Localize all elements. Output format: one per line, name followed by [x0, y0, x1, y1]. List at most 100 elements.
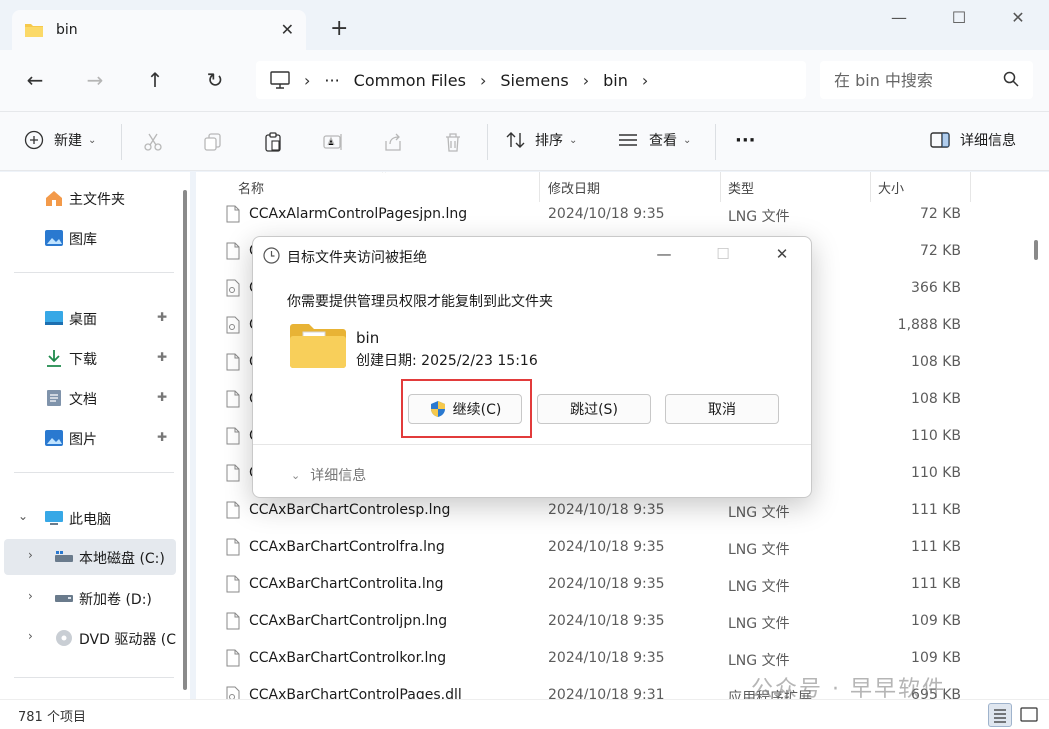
search-box[interactable]: [820, 61, 1033, 99]
file-size: 1,888 KB: [897, 317, 961, 333]
uac-shield-icon: [430, 401, 445, 417]
breadcrumb-bin[interactable]: bin: [603, 71, 628, 90]
new-tab-button[interactable]: +: [330, 18, 348, 40]
copy-icon[interactable]: [202, 131, 224, 153]
view-button[interactable]: 查看 ⌄: [617, 130, 691, 150]
file-type: LNG 文件: [728, 505, 790, 521]
details-view-button[interactable]: [988, 703, 1012, 727]
table-row[interactable]: CCAxBarChartControljpn.lng 2024/10/18 9:3…: [196, 603, 1036, 640]
breadcrumb-separator[interactable]: ›: [642, 71, 648, 90]
download-icon: [47, 350, 61, 367]
file-date: 2024/10/18 9:35: [548, 650, 665, 666]
sidebar-item-label: DVD 驱动器 (C: [79, 632, 177, 648]
minimize-button[interactable]: —: [879, 8, 919, 27]
maximize-button[interactable]: ☐: [939, 8, 979, 27]
sidebar-item-documents[interactable]: 文档 ✚: [0, 380, 176, 416]
chevron-right-icon[interactable]: ›: [28, 629, 33, 643]
chevron-right-icon[interactable]: ›: [28, 548, 33, 562]
dialog-close-button[interactable]: ✕: [767, 245, 797, 263]
cut-icon[interactable]: [142, 131, 164, 153]
file-type: LNG 文件: [728, 542, 790, 558]
new-label: 新建: [54, 133, 82, 149]
close-tab-icon[interactable]: ✕: [281, 20, 294, 39]
add-icon: [24, 130, 44, 150]
paste-icon[interactable]: [262, 131, 284, 153]
sidebar-item-label: 文档: [69, 392, 97, 408]
table-row[interactable]: CCAxBarChartControlfra.lng 2024/10/18 9:3…: [196, 529, 1036, 566]
file-name: CCAxBarChartControlPages.dll: [249, 687, 462, 699]
up-button[interactable]: ↑: [140, 68, 170, 92]
breadcrumb-common-files[interactable]: Common Files: [354, 71, 466, 90]
sidebar-item-pictures[interactable]: 图片 ✚: [0, 420, 176, 456]
sidebar-item-dvd[interactable]: › DVD 驱动器 (C: [0, 620, 176, 656]
file-type: LNG 文件: [728, 209, 790, 225]
item-count: 781 个项目: [18, 710, 86, 725]
file-type: LNG 文件: [728, 579, 790, 595]
sidebar-item-home[interactable]: 主文件夹: [0, 180, 176, 216]
file-date: 2024/10/18 9:35: [548, 206, 665, 222]
close-window-button[interactable]: ✕: [998, 8, 1038, 27]
chevron-down-icon: ⌄: [683, 134, 692, 146]
sidebar-item-this-pc[interactable]: ⌄ 此电脑: [0, 500, 176, 536]
sidebar-item-gallery[interactable]: 图库: [0, 220, 176, 256]
computer-icon: [45, 511, 63, 525]
sidebar-item-downloads[interactable]: 下载 ✚: [0, 340, 176, 376]
search-input[interactable]: [834, 70, 984, 90]
delete-icon[interactable]: [442, 131, 464, 153]
sidebar-item-drive-d[interactable]: › 新加卷 (D:): [0, 580, 176, 616]
sort-button[interactable]: 排序 ⌄: [505, 130, 577, 150]
table-row[interactable]: CCAxAlarmControlPagesjpn.lng 2024/10/18 9…: [196, 196, 1036, 233]
rename-icon[interactable]: [322, 131, 344, 153]
document-icon: [47, 390, 61, 406]
divider: [14, 677, 174, 678]
table-row[interactable]: CCAxBarChartControlita.lng 2024/10/18 9:3…: [196, 566, 1036, 603]
file-icon: [226, 390, 240, 408]
sidebar-item-drive-c[interactable]: › 本地磁盘 (C:): [4, 539, 176, 575]
new-button[interactable]: 新建 ⌄: [24, 130, 96, 150]
more-options-button[interactable]: ···: [735, 130, 756, 151]
forward-button[interactable]: →: [80, 68, 110, 92]
watermark: 公众号 · 早早软件: [751, 677, 946, 702]
continue-button[interactable]: 继续(C): [408, 394, 522, 424]
breadcrumb-siemens[interactable]: Siemens: [500, 71, 568, 90]
vertical-scrollbar[interactable]: [1034, 240, 1038, 260]
file-date: 2024/10/18 9:31: [548, 687, 665, 699]
dll-file-icon: [226, 279, 240, 297]
share-icon[interactable]: [382, 131, 404, 153]
address-bar[interactable]: › ··· Common Files › Siemens › bin ›: [256, 61, 806, 99]
dvd-icon: [56, 630, 72, 646]
breadcrumb-overflow[interactable]: ···: [324, 71, 339, 90]
refresh-button[interactable]: ↻: [200, 68, 230, 92]
sidebar-item-label: 本地磁盘 (C:): [79, 551, 165, 567]
details-label: 详细信息: [960, 133, 1016, 149]
sidebar-item-desktop[interactable]: 桌面 ✚: [0, 300, 176, 336]
file-size: 366 KB: [911, 280, 961, 296]
back-button[interactable]: ←: [20, 68, 50, 92]
tab-bin[interactable]: bin ✕: [12, 10, 306, 50]
file-name: CCAxBarChartControlfra.lng: [249, 539, 445, 555]
more-details-toggle[interactable]: ⌄ 详细信息: [291, 465, 366, 485]
skip-button[interactable]: 跳过(S): [537, 394, 651, 424]
chevron-right-icon[interactable]: ›: [28, 589, 33, 603]
sidebar-scrollbar[interactable]: [183, 190, 187, 690]
tiles-view-button[interactable]: [1017, 703, 1041, 727]
details-pane-button[interactable]: 详细信息: [930, 130, 1016, 150]
pin-icon: ✚: [157, 350, 168, 364]
cancel-button[interactable]: 取消: [665, 394, 779, 424]
view-icon: [619, 134, 637, 146]
dialog-title: 目标文件夹访问被拒绝: [287, 250, 427, 266]
chevron-down-icon: ⌄: [569, 134, 578, 146]
home-icon: [46, 191, 62, 206]
file-size: 109 KB: [911, 650, 961, 666]
file-size: 108 KB: [911, 391, 961, 407]
dialog-minimize-button[interactable]: —: [649, 245, 679, 263]
chevron-down-icon[interactable]: ⌄: [18, 509, 28, 523]
file-icon: [226, 464, 240, 482]
tab-title: bin: [56, 22, 78, 38]
folder-icon: [25, 24, 43, 37]
status-bar: 781 个项目: [0, 699, 1049, 729]
view-label: 查看: [649, 133, 677, 149]
sidebar-item-label: 图库: [69, 232, 97, 248]
file-date: 2024/10/18 9:35: [548, 502, 665, 518]
sidebar-item-label: 图片: [69, 432, 97, 448]
